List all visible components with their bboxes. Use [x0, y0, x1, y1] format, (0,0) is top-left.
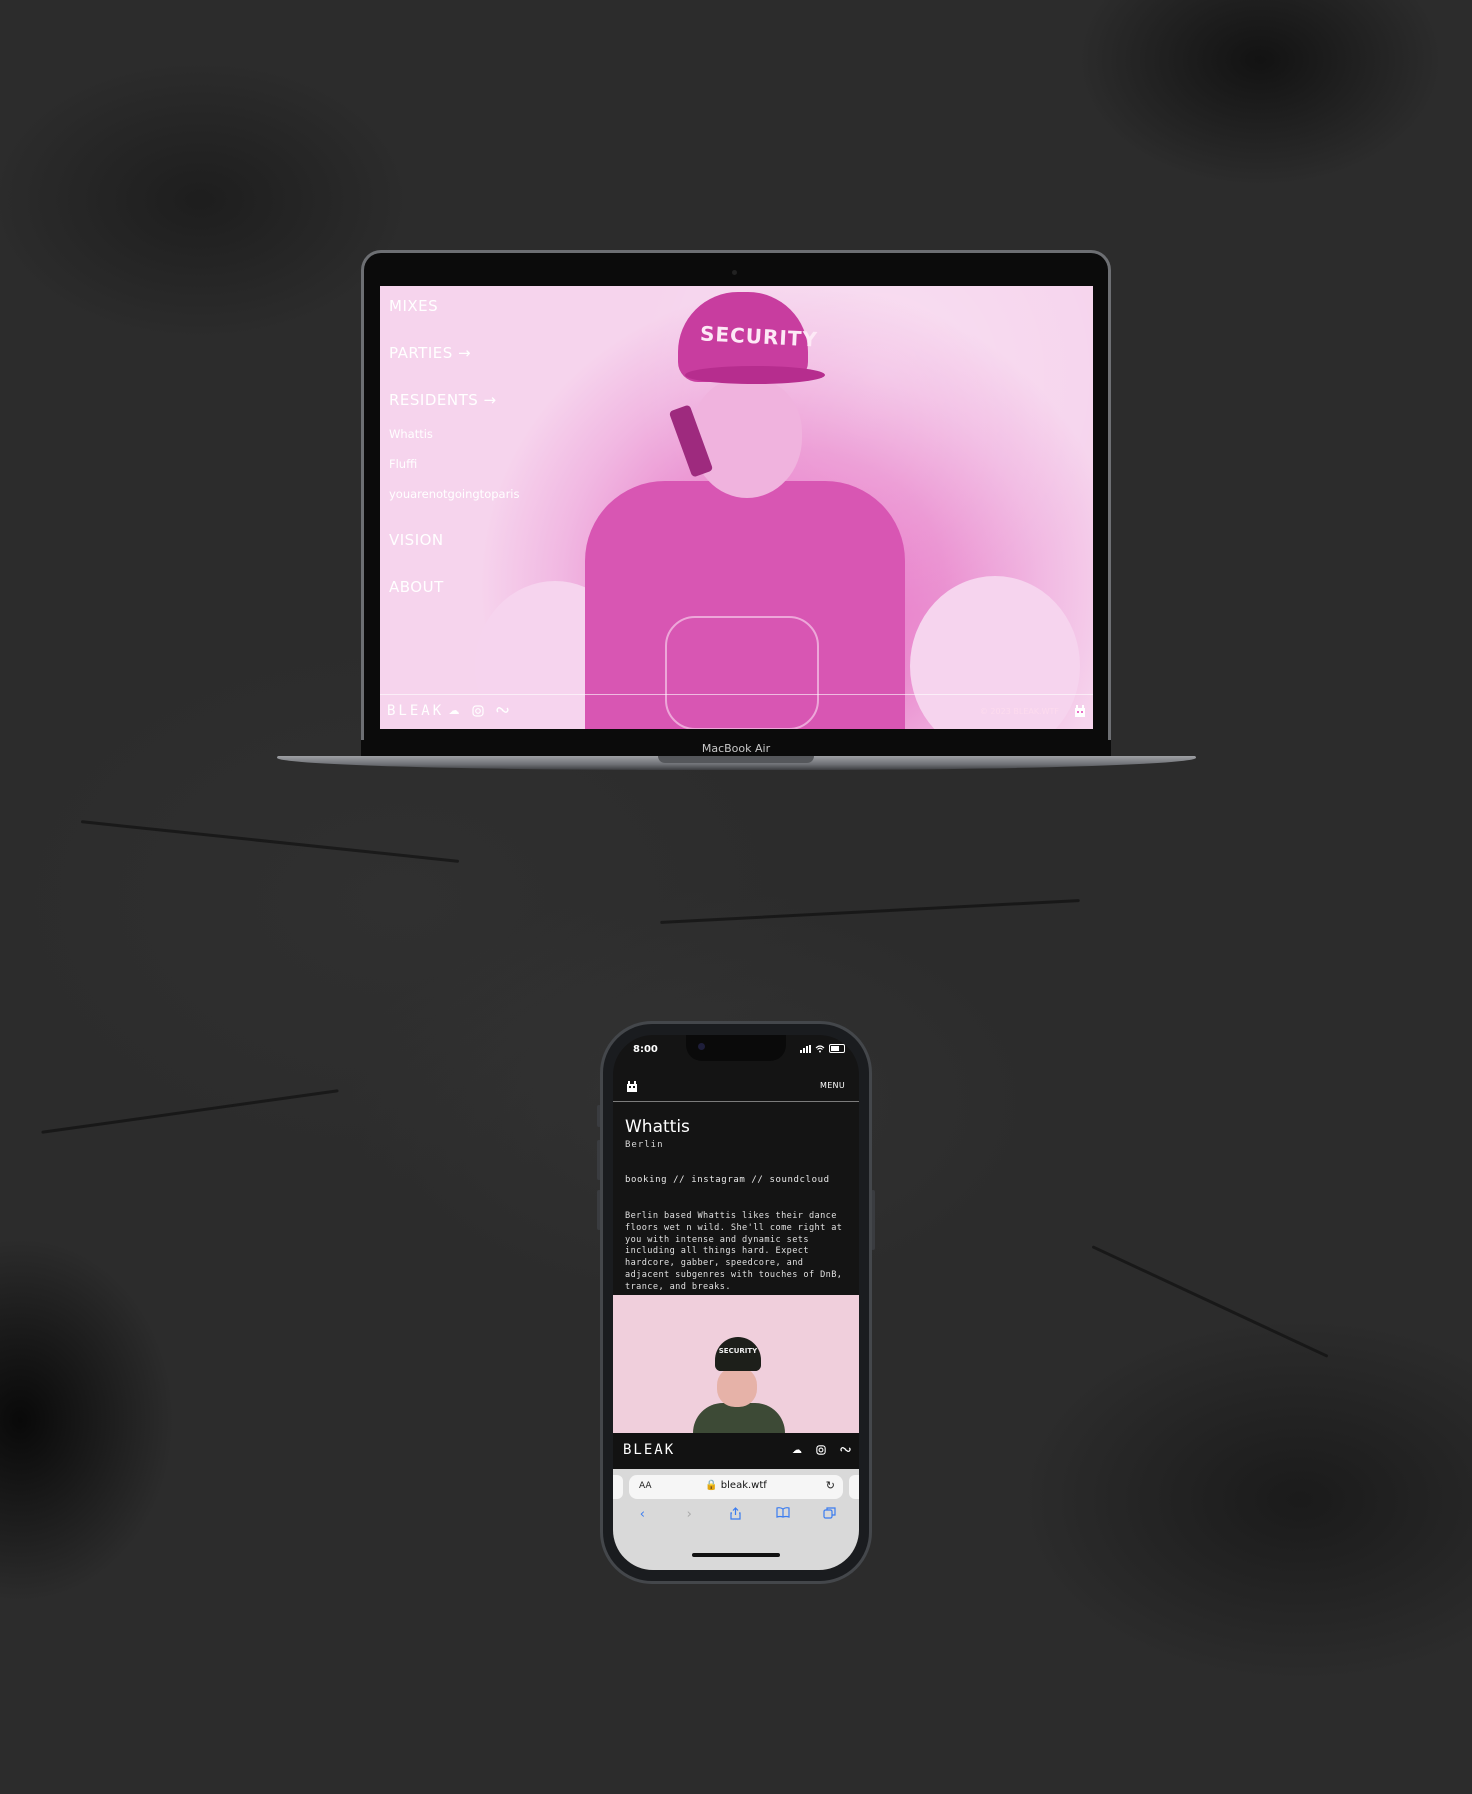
resident-photo-cap-text: SECURITY [718, 1347, 758, 1355]
nav-resident-whattis[interactable]: Whattis [389, 427, 433, 441]
resident-location: Berlin [625, 1140, 664, 1150]
next-tab-edge[interactable] [849, 1475, 859, 1499]
mobile-header: MENU [613, 1071, 859, 1102]
soundcloud-icon[interactable]: ☁ [791, 1445, 803, 1458]
mobile-footer: BLEAK ☁ [613, 1433, 859, 1469]
bleak-mascot-icon[interactable] [626, 1078, 638, 1092]
site-footer: BLEAK ☁ © 2023 BLEAK.WTF [380, 694, 1093, 729]
social-links: ☁ [447, 705, 509, 717]
nav-about[interactable]: ABOUT [389, 578, 444, 596]
browser-toolbar: ‹ › [613, 1507, 859, 1524]
reload-icon[interactable]: ↻ [826, 1479, 835, 1492]
nav-resident-fluffi[interactable]: Fluffi [389, 457, 417, 471]
resident-photo: SECURITY [613, 1295, 859, 1435]
link-icon[interactable] [839, 1445, 851, 1458]
front-camera [698, 1043, 705, 1050]
laptop-mockup: SECURITY MIXES PARTIES → RESIDENTS → Wha… [361, 250, 1111, 758]
social-links: ☁ [791, 1445, 851, 1458]
resident-name: Whattis [625, 1117, 690, 1137]
tabs-icon[interactable] [820, 1507, 840, 1524]
bleak-mascot-icon[interactable] [1073, 703, 1087, 717]
forward-icon[interactable]: › [679, 1507, 699, 1524]
phone-screen: 8:00 MENU Whattis Berlin booking // inst… [613, 1035, 859, 1570]
nav-resident-youarenotgoingtoparis[interactable]: youarenotgoingtoparis [389, 487, 520, 501]
soundcloud-icon[interactable]: ☁ [447, 705, 461, 717]
nav-parties[interactable]: PARTIES → [389, 344, 471, 362]
menu-button[interactable]: MENU [820, 1081, 845, 1090]
back-icon[interactable]: ‹ [632, 1507, 652, 1524]
status-icons [800, 1044, 845, 1053]
laptop-camera [732, 270, 737, 275]
copyright-text: © 2023 BLEAK.WTF [979, 707, 1059, 716]
phone-mockup: 8:00 MENU Whattis Berlin booking // inst… [600, 1021, 872, 1584]
resident-bio: Berlin based Whattis likes their dance f… [625, 1211, 843, 1292]
resident-photo-body [693, 1403, 785, 1435]
wifi-icon [815, 1044, 825, 1052]
status-time: 8:00 [633, 1044, 658, 1055]
resident-photo-face [717, 1367, 757, 1407]
url-text[interactable]: 🔒 bleak.wtf [629, 1480, 843, 1491]
bleak-logo[interactable]: BLEAK [623, 1442, 675, 1458]
phone-notch [686, 1035, 786, 1061]
signal-icon [800, 1044, 811, 1053]
previous-tab-edge[interactable] [613, 1475, 623, 1499]
bookmarks-icon[interactable] [773, 1507, 793, 1524]
home-indicator[interactable] [692, 1553, 780, 1557]
nav-vision[interactable]: VISION [389, 531, 444, 549]
bleak-logo[interactable]: BLEAK [387, 703, 444, 719]
share-icon[interactable] [726, 1507, 746, 1524]
nav-residents[interactable]: RESIDENTS → [389, 391, 497, 409]
instagram-icon[interactable] [815, 1445, 827, 1458]
safari-browser-bar: AA 🔒 bleak.wtf ↻ ‹ › [613, 1469, 859, 1570]
battery-icon [829, 1044, 845, 1053]
resident-links[interactable]: booking // instagram // soundcloud [625, 1175, 830, 1185]
laptop-screen: SECURITY MIXES PARTIES → RESIDENTS → Wha… [380, 286, 1093, 729]
hero-photo-face [692, 378, 802, 498]
url-bar[interactable]: AA 🔒 bleak.wtf ↻ [629, 1475, 843, 1499]
nav-mixes[interactable]: MIXES [389, 297, 438, 315]
laptop-hinge-notch [658, 756, 814, 763]
link-icon[interactable] [495, 705, 509, 717]
hero-photo-cap-brim [685, 366, 825, 384]
instagram-icon[interactable] [471, 705, 485, 717]
